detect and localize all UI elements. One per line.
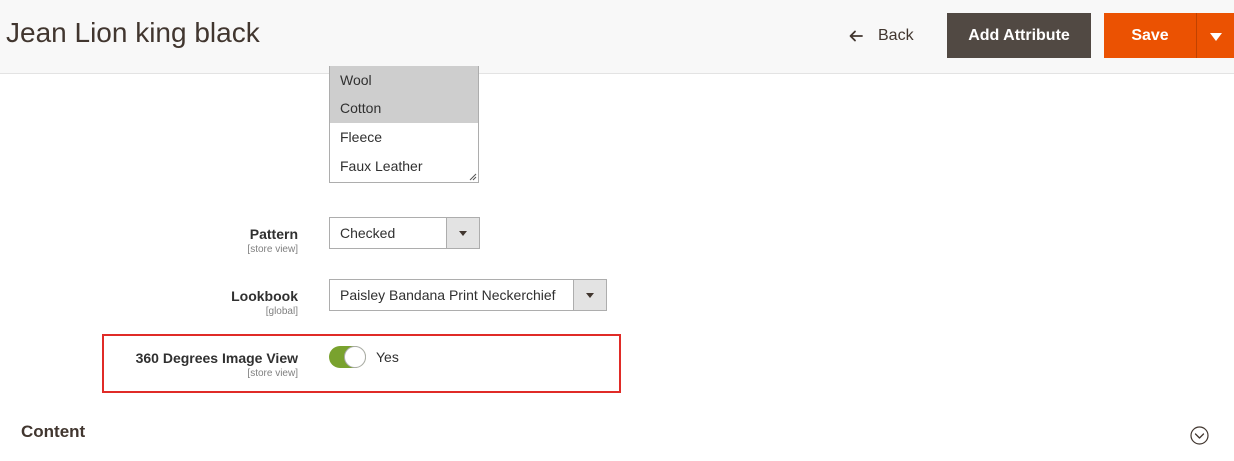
material-multiselect[interactable]: Wool Cotton Fleece Faux Leather — [329, 66, 479, 183]
image360-scope: [store view] — [247, 368, 298, 379]
caret-down-icon — [1209, 33, 1222, 41]
back-button-label: Back — [878, 27, 914, 44]
pattern-select[interactable]: Checked — [329, 217, 480, 249]
arrow-left-icon — [849, 30, 863, 42]
pattern-label: Pattern [store view] — [247, 226, 298, 255]
lookbook-label-text: Lookbook — [231, 288, 298, 304]
add-attribute-button[interactable]: Add Attribute — [947, 13, 1091, 58]
save-options-toggle[interactable] — [1196, 13, 1234, 58]
image360-toggle-label: Yes — [376, 349, 399, 365]
caret-down-icon — [459, 230, 467, 236]
back-button[interactable]: Back — [848, 24, 914, 48]
material-option[interactable]: Faux Leather — [330, 152, 478, 181]
page-header: Jean Lion king black Back Add Attribute … — [0, 0, 1234, 74]
resize-grip-icon[interactable] — [468, 172, 477, 181]
chevron-down-circle-icon[interactable] — [1190, 426, 1209, 445]
pattern-label-text: Pattern — [249, 226, 298, 242]
pattern-dropdown-arrow — [446, 218, 479, 248]
material-option[interactable]: Cotton — [330, 94, 478, 123]
lookbook-select-value: Paisley Bandana Print Neckerchief — [340, 287, 556, 303]
toggle-knob — [344, 346, 366, 368]
lookbook-scope: [global] — [265, 306, 298, 317]
content-section-title[interactable]: Content — [21, 422, 85, 442]
image360-label-text: 360 Degrees Image View — [135, 350, 298, 366]
page-title: Jean Lion king black — [6, 17, 260, 48]
caret-down-icon — [586, 292, 594, 298]
lookbook-label: Lookbook [global] — [231, 288, 298, 317]
lookbook-select[interactable]: Paisley Bandana Print Neckerchief — [329, 279, 607, 311]
material-option[interactable]: Wool — [330, 66, 478, 94]
image360-toggle[interactable] — [329, 346, 366, 368]
image360-label: 360 Degrees Image View [store view] — [136, 350, 298, 379]
save-button[interactable]: Save — [1104, 13, 1196, 58]
pattern-select-value: Checked — [340, 225, 396, 241]
lookbook-dropdown-arrow — [573, 280, 606, 310]
material-option[interactable]: Fleece — [330, 123, 478, 152]
pattern-scope: [store view] — [247, 244, 298, 255]
